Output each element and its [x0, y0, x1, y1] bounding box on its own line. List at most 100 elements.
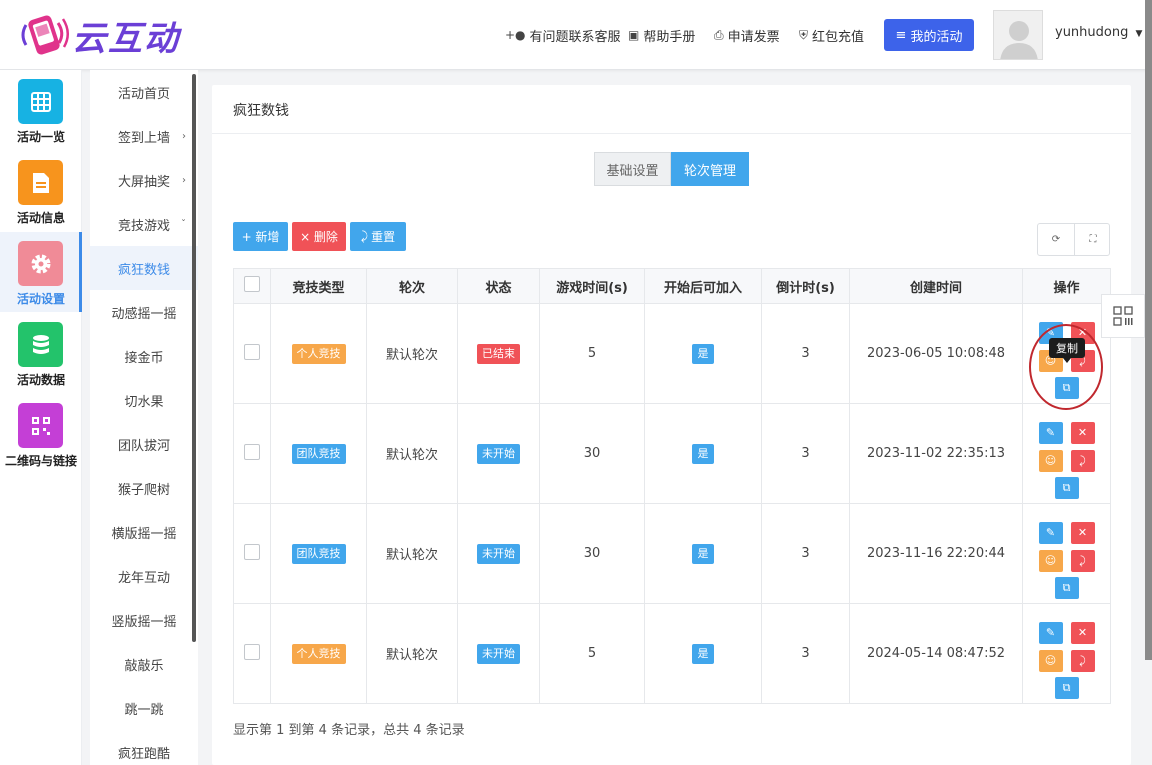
subnav-item[interactable]: 签到上墙 › [90, 114, 198, 158]
sidebar-item-activity-info[interactable]: 活动信息 [0, 151, 82, 231]
subnav-item[interactable]: 猴子爬树 [90, 466, 198, 510]
table-row: 个人竞技 默认轮次 已结束 5 是 3 2023-06-05 10:08:48 … [233, 303, 1111, 404]
subnav-item[interactable]: 动感摇一摇 [90, 290, 198, 334]
user-icon[interactable]: ☺ [1038, 549, 1063, 572]
edit-icon[interactable]: ✎ [1038, 421, 1063, 444]
status-badge: 未开始 [477, 543, 520, 564]
qrcode-icon [18, 403, 63, 448]
user-icon[interactable]: ☺ [1038, 449, 1063, 472]
select-all-checkbox[interactable] [244, 276, 260, 292]
row-actions: ✎ ✕ ☺ ⤸ ⧉ [1035, 614, 1099, 699]
sidebar-item-activity-data[interactable]: 活动数据 [0, 313, 82, 393]
status-badge: 未开始 [477, 643, 520, 664]
copy-icon[interactable]: ⧉ [1054, 476, 1079, 499]
subnav-item[interactable]: 疯狂跑酷 [90, 730, 198, 765]
row-checkbox[interactable] [244, 643, 260, 660]
copy-icon[interactable]: ⧉ [1054, 676, 1079, 699]
status-badge: 未开始 [477, 443, 520, 464]
game-time-cell: 5 [539, 603, 645, 704]
subnav-item[interactable]: 接金币 [90, 334, 198, 378]
support-link[interactable]: +● 有问题联系客服 [505, 20, 621, 50]
subnav-item[interactable]: 活动首页 [90, 70, 198, 114]
edit-icon[interactable]: ✎ [1038, 521, 1063, 544]
edit-icon[interactable]: ✎ [1038, 621, 1063, 644]
sidebar-item-activity-settings[interactable]: 活动设置 [0, 232, 82, 312]
column-header: 操作 [1022, 268, 1111, 304]
created-time-cell: 2023-11-16 22:20:44 [849, 503, 1023, 604]
rounds-table: 竞技类型 轮次 状态 游戏时间(s) 开始后可加入 倒计时(s) 创建时间 操作… [233, 268, 1111, 704]
caret-down-icon: ▼ [1135, 29, 1143, 39]
subnav-item[interactable]: 竖版摇一摇 [90, 598, 198, 642]
book-icon: ▣ [628, 28, 640, 42]
close-icon[interactable]: ✕ [1070, 621, 1095, 644]
avatar[interactable] [993, 10, 1043, 60]
subnav-item[interactable]: 团队拔河 [90, 422, 198, 466]
user-icon[interactable]: ☺ [1038, 649, 1063, 672]
page-scrollbar[interactable] [1145, 0, 1152, 660]
round-cell: 默认轮次 [366, 503, 458, 604]
fullscreen-icon[interactable]: ⛶ [1075, 224, 1111, 255]
sidebar-item-qrcode-links[interactable]: 二维码与链接 [0, 394, 82, 474]
top-header: 云互动 +● 有问题联系客服 ▣ 帮助手册 ⎙ 申请发票 ⛨ 红包充值 ≡ 我的… [0, 0, 1152, 70]
subnav-item[interactable]: 竞技游戏 ˇ [90, 202, 198, 246]
table-tools: ⟳ ⛶ [1037, 223, 1110, 256]
document-icon [18, 160, 63, 205]
database-icon [18, 322, 63, 367]
type-badge: 团队竞技 [291, 543, 346, 564]
column-header[interactable]: 创建时间 [849, 268, 1023, 304]
copy-icon[interactable]: ⧉ [1054, 576, 1079, 599]
subnav-item[interactable]: 切水果 [90, 378, 198, 422]
subnav-item[interactable]: 敲敲乐 [90, 642, 198, 686]
invoice-link[interactable]: ⎙ 申请发票 [714, 20, 780, 50]
column-header[interactable]: 开始后可加入 [644, 268, 762, 304]
round-cell: 默认轮次 [366, 403, 458, 504]
delete-button[interactable]: × 删除 [292, 222, 346, 251]
floating-qrcode-button[interactable] [1101, 294, 1145, 338]
reset-button[interactable]: ⤸ 重置 [350, 222, 406, 251]
column-header[interactable]: 倒计时(s) [761, 268, 850, 304]
shield-icon: ⛨ [799, 27, 809, 42]
join-badge: 是 [692, 643, 714, 664]
secondary-sidebar: 活动首页 签到上墙 › 大屏抽奖 › 竞技游戏 ˇ 疯狂数钱 动感摇一摇 接金币 切水… [90, 70, 198, 765]
brand-name: 云互动 [72, 18, 180, 59]
subnav-item[interactable]: 跳一跳 [90, 686, 198, 730]
type-badge: 个人竞技 [291, 343, 346, 364]
reset-icon[interactable]: ⤸ [1070, 449, 1095, 472]
row-checkbox[interactable] [244, 543, 260, 560]
reset-icon: ⤸ [360, 229, 369, 243]
red-packet-recharge-link[interactable]: ⛨ 红包充值 [799, 20, 864, 50]
subnav-item[interactable]: 龙年互动 [90, 554, 198, 598]
tab-round-management[interactable]: 轮次管理 [671, 152, 749, 186]
reset-icon[interactable]: ⤸ [1070, 549, 1095, 572]
close-icon[interactable]: ✕ [1070, 521, 1095, 544]
row-checkbox[interactable] [244, 343, 260, 360]
row-actions: ✎ ✕ ☺ ⤸ ⧉ [1035, 414, 1099, 499]
round-cell: 默认轮次 [366, 303, 458, 404]
username-dropdown[interactable]: yunhudong ▼ [1055, 25, 1142, 40]
column-header[interactable]: 轮次 [366, 268, 458, 304]
column-header[interactable]: 竞技类型 [270, 268, 367, 304]
subnav-item[interactable]: 大屏抽奖 › [90, 158, 198, 202]
row-checkbox[interactable] [244, 443, 260, 460]
join-badge: 是 [692, 543, 714, 564]
add-button[interactable]: + 新增 [233, 222, 288, 251]
countdown-cell: 3 [761, 303, 850, 404]
help-manual-link[interactable]: ▣ 帮助手册 [628, 20, 695, 50]
column-header[interactable]: 状态 [457, 268, 540, 304]
subnav-scrollbar[interactable] [192, 74, 196, 642]
refresh-icon[interactable]: ⟳ [1038, 224, 1074, 255]
reset-icon[interactable]: ⤸ [1070, 649, 1095, 672]
column-header[interactable]: 游戏时间(s) [539, 268, 645, 304]
game-time-cell: 30 [539, 503, 645, 604]
table-row: 团队竞技 默认轮次 未开始 30 是 3 2023-11-02 22:35:13… [233, 403, 1111, 504]
close-icon[interactable]: ✕ [1070, 421, 1095, 444]
user-plus-icon: +● [505, 28, 526, 42]
tab-basic-settings[interactable]: 基础设置 [594, 152, 671, 186]
subnav-item-active[interactable]: 疯狂数钱 [90, 246, 198, 290]
sidebar-item-activity-overview[interactable]: 活动一览 [0, 70, 82, 150]
my-activity-button[interactable]: ≡ 我的活动 [884, 19, 974, 51]
join-badge: 是 [692, 343, 714, 364]
table-row: 个人竞技 默认轮次 未开始 5 是 3 2024-05-14 08:47:52 … [233, 603, 1111, 704]
subnav-item[interactable]: 横版摇一摇 [90, 510, 198, 554]
brand-logo[interactable]: 云互动 [18, 10, 180, 60]
